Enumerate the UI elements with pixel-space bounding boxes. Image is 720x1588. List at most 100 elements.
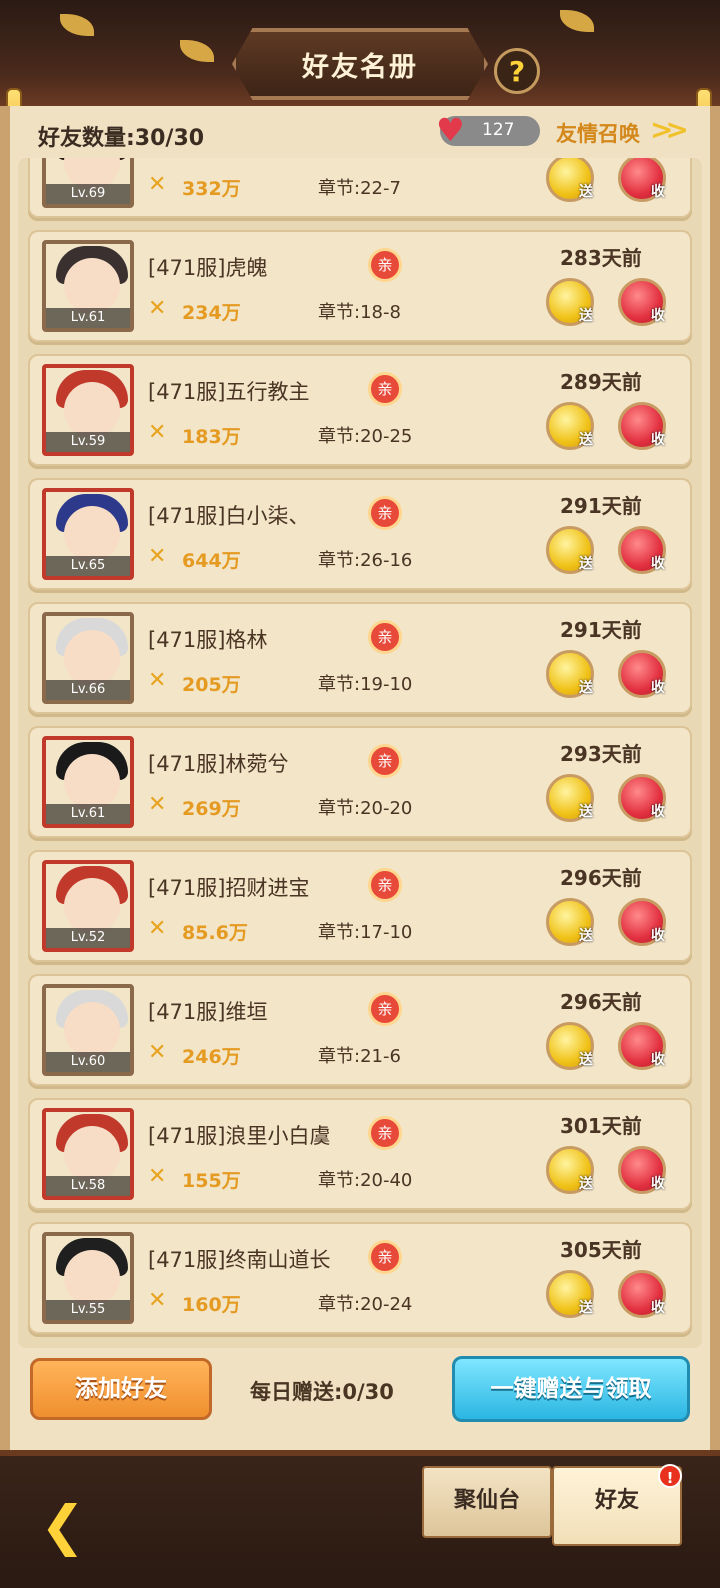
page-title: 好友名册 [302, 51, 418, 83]
back-arrow-icon[interactable]: ❮ [40, 1494, 85, 1557]
level-label: Lv.66 [46, 680, 130, 700]
friend-row[interactable]: Lv.61 [471服]虎魄 亲 ✕ 234万 章节:18-8 283天前 送 … [28, 230, 692, 342]
avatar[interactable]: Lv.69 [42, 158, 134, 208]
chapter-progress: 章节:18-8 [318, 302, 401, 323]
double-chevron-right-icon[interactable]: >> [650, 113, 689, 146]
friend-row[interactable]: Lv.69 ✕ 332万 章节:22-7 送 收 [28, 158, 692, 218]
crossed-swords-icon: ✕ [148, 1164, 167, 1189]
send-label: 送 [579, 308, 593, 324]
friend-row[interactable]: Lv.55 [471服]终南山道长 亲 ✕ 160万 章节:20-24 305天… [28, 1222, 692, 1334]
avatar[interactable]: Lv.65 [42, 488, 134, 580]
send-heart-button[interactable]: 送 [546, 402, 594, 450]
send-heart-button[interactable]: 送 [546, 278, 594, 326]
level-label: Lv.61 [46, 308, 130, 328]
friendship-summon-link[interactable]: 友情召唤 [556, 118, 640, 148]
combat-power: 332万 [182, 178, 241, 200]
chapter-progress: 章节:21-6 [318, 1046, 401, 1067]
avatar-face [64, 630, 120, 686]
chapter-progress: 章节:26-16 [318, 550, 413, 571]
level-label: Lv.58 [46, 1176, 130, 1196]
level-label: Lv.60 [46, 1052, 130, 1072]
friend-row[interactable]: Lv.61 [471服]林菀兮 亲 ✕ 269万 章节:20-20 293天前 … [28, 726, 692, 838]
receive-heart-button[interactable]: 收 [618, 650, 666, 698]
combat-power: 234万 [182, 302, 241, 324]
receive-heart-button[interactable]: 收 [618, 278, 666, 326]
receive-heart-button[interactable]: 收 [618, 1146, 666, 1194]
chapter-progress: 章节:20-40 [318, 1170, 413, 1191]
receive-label: 收 [651, 184, 665, 200]
send-label: 送 [579, 804, 593, 820]
avatar-face [64, 1126, 120, 1182]
crossed-swords-icon: ✕ [148, 1288, 167, 1313]
ginkgo-leaf-decoration [560, 10, 594, 32]
kin-badge: 亲 [368, 372, 402, 406]
friend-row[interactable]: Lv.60 [471服]维垣 亲 ✕ 246万 章节:21-6 296天前 送 … [28, 974, 692, 1086]
friend-name: [471服]虎魄 [148, 256, 268, 280]
avatar[interactable]: Lv.58 [42, 1108, 134, 1200]
crossed-swords-icon: ✕ [148, 172, 167, 197]
avatar-face [64, 382, 120, 438]
receive-heart-button[interactable]: 收 [618, 1270, 666, 1318]
friend-row[interactable]: Lv.65 [471服]白小柒、 亲 ✕ 644万 章节:26-16 291天前… [28, 478, 692, 590]
receive-label: 收 [651, 1052, 665, 1068]
send-heart-button[interactable]: 送 [546, 1146, 594, 1194]
receive-heart-button[interactable]: 收 [618, 526, 666, 574]
bottom-nav: ❮ 聚仙台 好友 [0, 1450, 720, 1588]
send-label: 送 [579, 1176, 593, 1192]
send-heart-button[interactable]: 送 [546, 898, 594, 946]
avatar[interactable]: Lv.52 [42, 860, 134, 952]
last-online: 289天前 [560, 370, 642, 394]
help-button[interactable]: ? [494, 48, 540, 94]
friend-row[interactable]: Lv.66 [471服]格林 亲 ✕ 205万 章节:19-10 291天前 送… [28, 602, 692, 714]
friend-row[interactable]: Lv.59 [471服]五行教主 亲 ✕ 183万 章节:20-25 289天前… [28, 354, 692, 466]
combat-power: 155万 [182, 1170, 241, 1192]
level-label: Lv.52 [46, 928, 130, 948]
receive-heart-button[interactable]: 收 [618, 1022, 666, 1070]
avatar[interactable]: Lv.59 [42, 364, 134, 456]
add-friend-button[interactable]: 添加好友 [30, 1358, 212, 1420]
avatar-face [64, 258, 120, 314]
heart-count: 127 [482, 120, 515, 140]
send-heart-button[interactable]: 送 [546, 774, 594, 822]
last-online: 291天前 [560, 618, 642, 642]
level-label: Lv.55 [46, 1300, 130, 1320]
chapter-progress: 章节:20-20 [318, 798, 413, 819]
send-heart-button[interactable]: 送 [546, 526, 594, 574]
avatar[interactable]: Lv.55 [42, 1232, 134, 1324]
friend-row[interactable]: Lv.52 [471服]招财进宝 亲 ✕ 85.6万 章节:17-10 296天… [28, 850, 692, 962]
receive-heart-button[interactable]: 收 [618, 402, 666, 450]
avatar[interactable]: Lv.66 [42, 612, 134, 704]
receive-heart-button[interactable]: 收 [618, 774, 666, 822]
chapter-progress: 章节:17-10 [318, 922, 413, 943]
send-heart-button[interactable]: 送 [546, 1022, 594, 1070]
send-heart-button[interactable]: 送 [546, 650, 594, 698]
receive-heart-button[interactable]: 收 [618, 898, 666, 946]
friend-list[interactable]: Lv.69 ✕ 332万 章节:22-7 送 收 Lv.61 [471服]虎魄 … [18, 158, 702, 1348]
one-key-send-receive-button[interactable]: 一键赠送与领取 [452, 1356, 690, 1422]
level-label: Lv.59 [46, 432, 130, 452]
crossed-swords-icon: ✕ [148, 296, 167, 321]
last-online: 291天前 [560, 494, 642, 518]
friend-row[interactable]: Lv.58 [471服]浪里小白虞 亲 ✕ 155万 章节:20-40 301天… [28, 1098, 692, 1210]
receive-heart-button[interactable]: 收 [618, 158, 666, 202]
combat-power: 205万 [182, 674, 241, 696]
avatar[interactable]: Lv.60 [42, 984, 134, 1076]
send-heart-button[interactable]: 送 [546, 158, 594, 202]
combat-power: 160万 [182, 1294, 241, 1316]
kin-badge: 亲 [368, 992, 402, 1026]
heart-icon: ♥ [436, 111, 465, 149]
page-title-plaque: 好友名册 [232, 28, 488, 100]
crossed-swords-icon: ✕ [148, 1040, 167, 1065]
receive-label: 收 [651, 680, 665, 696]
avatar-face [64, 1002, 120, 1058]
send-label: 送 [579, 1052, 593, 1068]
friend-name: [471服]浪里小白虞 [148, 1124, 331, 1148]
send-heart-button[interactable]: 送 [546, 1270, 594, 1318]
avatar[interactable]: Lv.61 [42, 736, 134, 828]
combat-power: 644万 [182, 550, 241, 572]
bottom-actions: 添加好友 每日赠送:0/30 一键赠送与领取 [0, 1350, 720, 1450]
avatar-face [64, 754, 120, 810]
tab-gathering-platform[interactable]: 聚仙台 [422, 1466, 552, 1538]
receive-label: 收 [651, 1176, 665, 1192]
avatar[interactable]: Lv.61 [42, 240, 134, 332]
